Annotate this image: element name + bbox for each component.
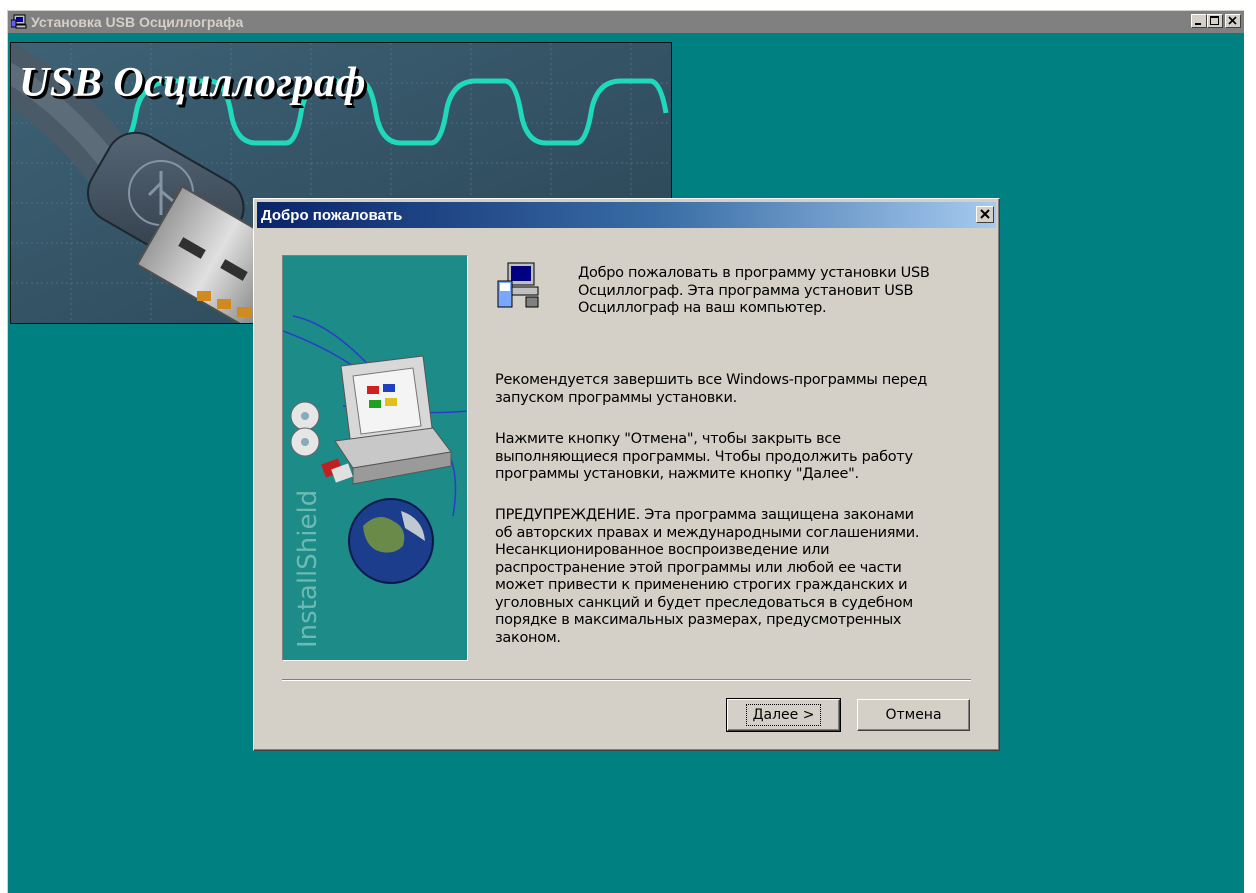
text-line: Добро пожаловать в программу установки U… <box>578 265 930 281</box>
text-line: выполняющиеся программы. Чтобы продолжит… <box>495 448 913 465</box>
text-line: законом. <box>495 629 561 646</box>
text-line: запуском программы установки. <box>495 389 737 406</box>
text-line: уголовных санкций и будет преследоваться… <box>495 594 913 611</box>
text-line: ПРЕДУПРЕЖДЕНИЕ. Эта программа защищена з… <box>495 507 914 523</box>
dialog-titlebar[interactable]: Добро пожаловать <box>257 202 996 228</box>
welcome-text: Добро пожаловать в программу установки U… <box>578 265 930 318</box>
close-icon[interactable] <box>1225 14 1241 28</box>
text-line: Нажмите кнопку "Отмена", чтобы закрыть в… <box>495 431 841 447</box>
text-line: Осциллограф. Эта программа установит USB <box>578 282 914 299</box>
maximize-icon[interactable] <box>1207 14 1223 28</box>
cancel-button[interactable]: Отмена <box>857 699 970 731</box>
text-line: порядке в максимальных размерах, предусм… <box>495 612 902 628</box>
text-line: программы установки, нажмите кнопку "Дал… <box>495 466 859 482</box>
text-line: распространение этой программы или любой… <box>495 559 902 576</box>
next-button-label: Далее > <box>745 704 822 726</box>
welcome-dialog: Добро пожаловать InstallShield Добро пож… <box>253 198 1000 751</box>
text-line: Осциллограф на ваш компьютер. <box>578 300 827 316</box>
text-line: Несанкционированное воспроизведение или <box>495 542 830 558</box>
close-icon[interactable] <box>976 206 994 223</box>
cancel-instructions-text: Нажмите кнопку "Отмена", чтобы закрыть в… <box>495 431 913 484</box>
computer-setup-icon[interactable] <box>10 14 27 30</box>
setup-computer-icon <box>496 259 540 313</box>
recommendation-text: Рекомендуется завершить все Windows-прог… <box>495 372 927 407</box>
banner-title: USB Осциллограф <box>19 60 367 106</box>
text-line: об авторских правах и международными сог… <box>495 524 920 541</box>
text-line: Рекомендуется завершить все Windows-прог… <box>495 372 927 388</box>
installshield-side-image: InstallShield <box>282 255 468 661</box>
next-button[interactable]: Далее > <box>726 698 841 732</box>
minimize-icon[interactable] <box>1191 14 1207 28</box>
installer-window-title: Установка USB Осциллографа <box>31 14 244 30</box>
text-line: может привести к применению строгих граж… <box>495 577 908 593</box>
installshield-logo-text: InstallShield <box>293 489 323 648</box>
dialog-title: Добро пожаловать <box>261 206 403 224</box>
button-separator <box>282 679 971 681</box>
installer-titlebar[interactable]: Установка USB Осциллографа <box>8 11 1244 33</box>
warning-text: ПРЕДУПРЕЖДЕНИЕ. Эта программа защищена з… <box>495 507 920 647</box>
cancel-button-label: Отмена <box>885 707 942 723</box>
